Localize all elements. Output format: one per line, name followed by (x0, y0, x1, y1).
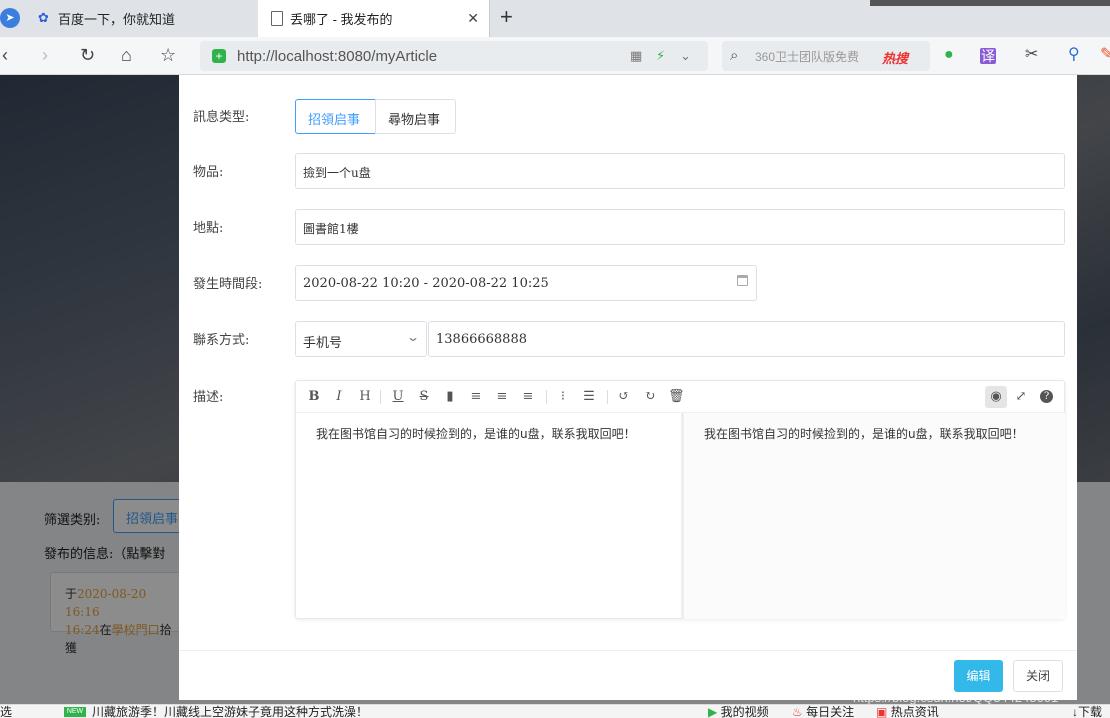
new-badge: NEW (64, 707, 86, 717)
tab-title: 丢哪了 - 我发布的 (290, 12, 393, 27)
toolbar-divider (380, 390, 381, 404)
extension-green-icon[interactable]: ● (944, 45, 954, 65)
contact-type-value: 手机号 (303, 336, 343, 351)
daily-focus-link[interactable]: ♨ 每日关注 (792, 705, 854, 718)
heading-icon[interactable]: H (357, 388, 373, 406)
scissors-icon[interactable]: ✂ (1025, 45, 1038, 65)
reload-icon[interactable]: ↻ (80, 45, 95, 65)
search-bar[interactable]: ⌕ 360卫士团队版免费 热搜 (722, 41, 930, 71)
editor-preview: 我在图书馆自习的时候捡到的，是谁的u盘，联系我取回吧！ (681, 413, 1065, 619)
tab-baidu[interactable]: ➤ ✿ 百度一下，你就知道 (0, 0, 258, 37)
chevron-down-icon[interactable]: ⌄ (406, 330, 420, 344)
type-label: 訊息类型: (193, 110, 250, 125)
dialog-footer-divider (179, 650, 1077, 651)
hot-news-link[interactable]: ▣ 热点资讯 (876, 705, 939, 718)
contact-input[interactable]: 13866668888 (428, 321, 1065, 357)
my-video-link[interactable]: ▶ 我的视频 (708, 705, 769, 718)
translate-icon[interactable]: 译 (980, 48, 996, 64)
back-icon[interactable]: ‹ (2, 45, 8, 65)
play-icon: ▶ (708, 705, 718, 718)
bold-icon[interactable]: B (306, 388, 322, 406)
align-right-icon[interactable]: ≡ (520, 388, 536, 406)
url-text[interactable]: http://localhost:8080/myArticle (237, 48, 437, 65)
strikethrough-icon[interactable]: S (416, 388, 432, 406)
underline-icon[interactable]: U (390, 388, 406, 406)
close-tab-icon[interactable]: ✕ (467, 10, 479, 27)
baidu-paw-icon: ✿ (38, 10, 49, 25)
address-bar[interactable]: + http://localhost:8080/myArticle ▦ ⚡ ⌄ (200, 41, 708, 71)
new-tab-icon[interactable]: + (500, 4, 513, 30)
trash-icon[interactable]: 🗑 (668, 388, 685, 406)
description-label: 描述: (193, 390, 224, 405)
item-label: 物品: (193, 165, 224, 180)
bookmark-icon[interactable]: ▮ (442, 388, 458, 406)
item-input[interactable]: 撿到一个u盘 (295, 153, 1065, 189)
unordered-list-icon[interactable]: ☰ (581, 388, 597, 406)
hot-search-label[interactable]: 热搜 (882, 48, 908, 67)
navigation-arrow-icon[interactable]: ➤ (0, 8, 20, 28)
lightning-icon[interactable]: ⚡ (656, 48, 665, 64)
browser-tab-bar: ➤ ✿ 百度一下，你就知道 丢哪了 - 我发布的 ✕ + (0, 0, 1110, 37)
window-titlebar-strip (870, 0, 1110, 6)
time-range-picker[interactable]: 2020-08-22 10:20 - 2020-08-22 10:25 (295, 265, 757, 301)
place-input[interactable]: 圖書館1樓 (295, 209, 1065, 245)
align-center-icon[interactable]: ≡ (494, 388, 510, 406)
time-range-value: 2020-08-22 10:20 - 2020-08-22 10:25 (303, 276, 549, 291)
home-icon[interactable]: ⌂ (121, 45, 132, 65)
browser-status-bar: 选 NEW 川藏旅游季！川藏线上空游妹子竟用这种方式洗澡！ ▶ 我的视频 ♨ 每… (0, 704, 1110, 718)
fullscreen-icon[interactable]: ⤢ (1013, 388, 1029, 406)
help-icon[interactable]: ? (1040, 390, 1053, 403)
search-input[interactable]: 360卫士团队版免费 (755, 48, 859, 65)
csdn-watermark: https://blog.csdn.net/QQ344245001 (853, 690, 1059, 705)
forward-icon[interactable]: › (42, 45, 48, 65)
zoom-search-icon[interactable]: ⚲ (1068, 45, 1080, 65)
time-label: 發生時間段: (193, 277, 263, 292)
contact-label: 聯系方式: (193, 333, 250, 348)
page-icon (271, 11, 283, 26)
preview-eye-icon[interactable]: ◉ (985, 386, 1007, 408)
download-link[interactable]: ↓下载 (1072, 705, 1102, 718)
editor-textarea[interactable]: 我在图书馆自习的时候捡到的，是谁的u盘，联系我取回吧！ (296, 413, 679, 619)
qr-code-icon[interactable]: ▦ (630, 48, 642, 64)
edit-button[interactable]: 编辑 (954, 660, 1003, 692)
calendar-icon[interactable] (737, 275, 748, 286)
bookmark-star-icon[interactable]: ☆ (160, 45, 176, 65)
undo-icon[interactable]: ↺ (616, 388, 632, 406)
news-ticker-link[interactable]: 川藏旅游季！川藏线上空游妹子竟用这种方式洗澡！ (92, 705, 368, 718)
status-left-text: 选 (0, 705, 13, 718)
markdown-editor: B I H U S ▮ ≡ ≡ ≡ ⁝ ☰ ↺ ↻ 🗑 ◉ ⤢ ? 我在图书馆自… (295, 380, 1066, 619)
toolbar-divider (607, 390, 608, 404)
security-shield-icon: + (212, 49, 226, 63)
chevron-down-icon[interactable]: ⌄ (680, 48, 691, 64)
ordered-list-icon[interactable]: ⁝ (555, 388, 571, 406)
tab-my-articles[interactable]: 丢哪了 - 我发布的 ✕ (258, 0, 490, 37)
redo-icon[interactable]: ↻ (642, 388, 658, 406)
news-icon: ▣ (876, 705, 888, 718)
close-button[interactable]: 关闭 (1013, 660, 1063, 692)
extension-orange-icon[interactable]: ✎ (1100, 45, 1110, 65)
type-option-lost[interactable]: 尋物启事 (375, 99, 456, 134)
place-label: 地點: (193, 221, 224, 236)
toolbar-divider (546, 390, 547, 404)
contact-type-select[interactable]: 手机号 ⌄ (295, 321, 427, 357)
browser-toolbar: ‹ › ↻ ⌂ ☆ + http://localhost:8080/myArti… (0, 37, 1110, 75)
search-icon[interactable]: ⌕ (730, 47, 738, 64)
flame-icon: ♨ (792, 705, 803, 718)
italic-icon[interactable]: I (331, 388, 347, 406)
tab-title: 百度一下，你就知道 (58, 12, 176, 27)
align-left-icon[interactable]: ≡ (468, 388, 484, 406)
edit-article-dialog: 訊息类型: 招領启事 尋物启事 物品: 撿到一个u盘 地點: 圖書館1樓 發生時… (179, 75, 1077, 700)
editor-toolbar: B I H U S ▮ ≡ ≡ ≡ ⁝ ☰ ↺ ↻ 🗑 ◉ ⤢ ? (296, 381, 1066, 413)
type-option-found[interactable]: 招領启事 (295, 99, 376, 134)
